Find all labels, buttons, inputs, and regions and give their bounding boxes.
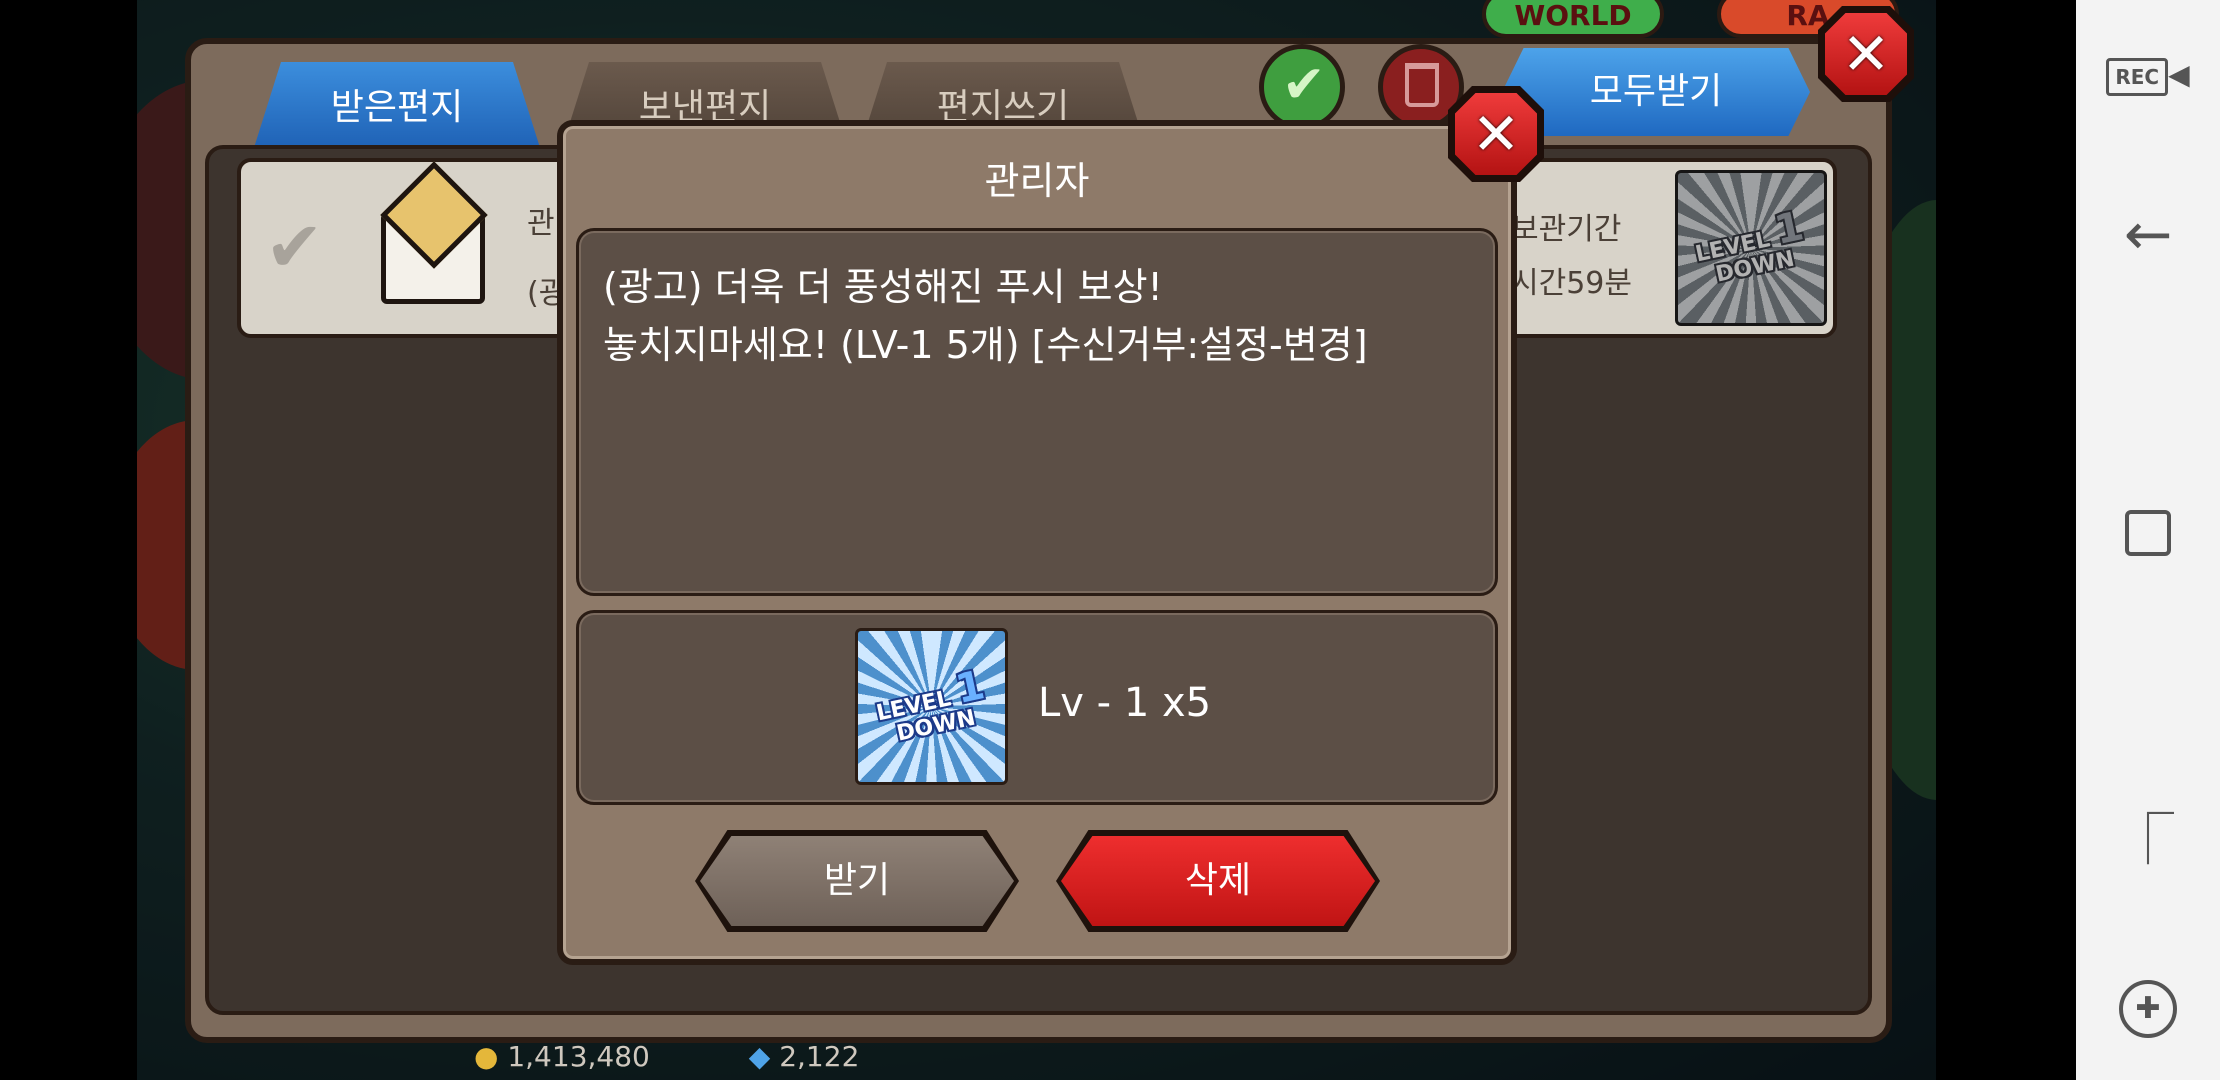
message-line-2: 놓치지마세요! (LV-1 5개) [수신거부:설정-변경] bbox=[603, 323, 1368, 367]
close-icon: ✕ bbox=[1471, 100, 1521, 168]
back-icon[interactable]: ← bbox=[2076, 205, 2220, 263]
delete-button[interactable]: 삭제 bbox=[1061, 836, 1375, 926]
letterbox-left bbox=[0, 0, 137, 1080]
mail-expiry-time: 시간59분 bbox=[1511, 266, 1632, 301]
envelope-icon bbox=[380, 161, 488, 304]
close-icon: ✕ bbox=[1841, 20, 1891, 88]
gold-count: 1,413,480 bbox=[507, 1040, 650, 1073]
letterbox-right bbox=[1936, 0, 2076, 1080]
tab-received[interactable]: 받은편지 bbox=[252, 62, 542, 154]
level-down-icon: LEVEL 1 DOWN bbox=[873, 661, 989, 747]
mail-expiry-label: 보관기간 bbox=[1511, 212, 1622, 247]
home-swipe-icon[interactable]: ⎾ bbox=[2076, 815, 2220, 867]
mail-sender: 관 bbox=[527, 206, 555, 241]
gold-icon: ● bbox=[474, 1040, 499, 1073]
dialog-close-button[interactable]: ✕ bbox=[1448, 86, 1544, 182]
mailbox-close-button[interactable]: ✕ bbox=[1818, 6, 1914, 102]
check-icon: ✔ bbox=[1282, 55, 1326, 115]
rec-icon[interactable]: REC ◀ bbox=[2076, 48, 2220, 96]
mail-item-thumbnail: LEVEL 1 DOWN bbox=[1675, 170, 1827, 326]
trash-icon bbox=[1405, 63, 1439, 107]
receive-button[interactable]: 받기 bbox=[700, 836, 1014, 926]
reward-item-icon: LEVEL 1 DOWN bbox=[855, 628, 1008, 785]
level-down-icon: LEVEL 1 DOWN bbox=[1693, 203, 1808, 288]
currency-bar: ● 1,413,480 ◆ 2,122 bbox=[474, 1040, 859, 1073]
gem-icon: ◆ bbox=[748, 1040, 771, 1073]
receive-all-button[interactable]: 모두받기 bbox=[1502, 48, 1810, 136]
gem-count: 2,122 bbox=[779, 1040, 860, 1073]
dialog-title: 관리자 bbox=[984, 159, 1090, 203]
system-nav-bar: REC ◀ ← ⎾ ✚ bbox=[2076, 0, 2220, 1080]
select-all-button[interactable]: ✔ bbox=[1259, 44, 1345, 130]
reward-label: Lv - 1 x5 bbox=[1038, 680, 1212, 726]
checkmark-icon: ✔ bbox=[265, 206, 324, 288]
message-line-1: (광고) 더욱 더 풍성해진 푸시 보상! bbox=[603, 265, 1163, 309]
recent-apps-icon[interactable] bbox=[2076, 510, 2220, 564]
reward-box bbox=[576, 610, 1498, 805]
world-pill[interactable]: WORLD bbox=[1482, 0, 1664, 38]
game-tools-icon[interactable]: ✚ bbox=[2076, 980, 2220, 1038]
message-body: (광고) 더욱 더 풍성해진 푸시 보상! 놓치지마세요! (LV-1 5개) … bbox=[603, 258, 1483, 374]
